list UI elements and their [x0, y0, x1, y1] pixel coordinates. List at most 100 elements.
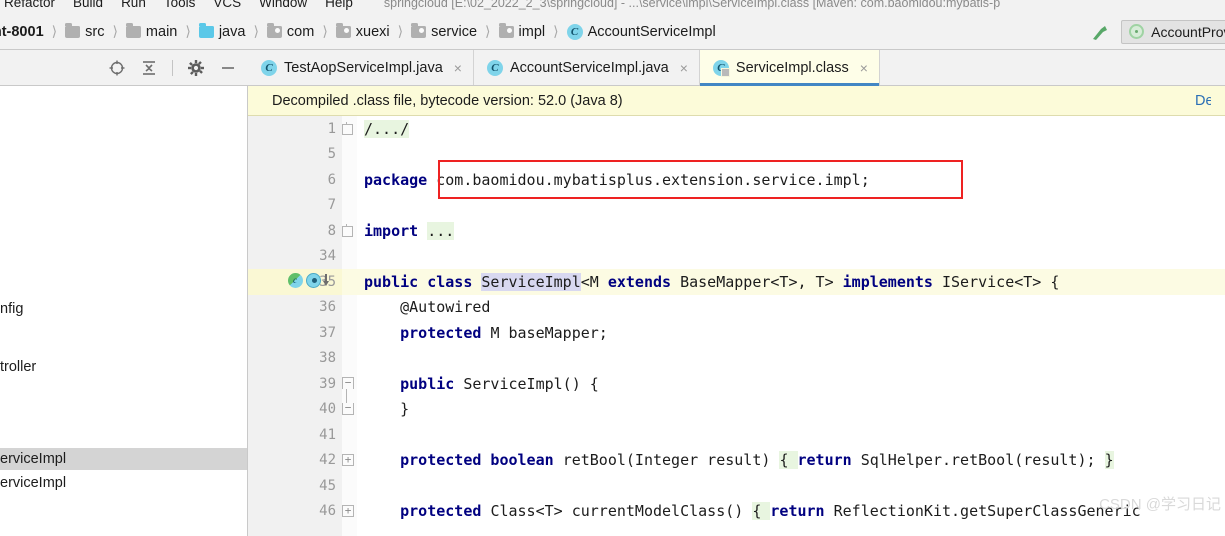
overriding-method-icon[interactable]	[306, 273, 321, 288]
decompiler-settings-link[interactable]: De	[1195, 93, 1211, 109]
fold-expand-icon[interactable]: +	[342, 504, 354, 517]
line-number: 38	[319, 350, 336, 367]
code-line[interactable]: 42 + protected boolean retBool(Integer r…	[248, 448, 1225, 474]
project-tree-item-serviceimpl-selected[interactable]: erviceImpl	[0, 448, 248, 470]
menu-item-run[interactable]: Run	[112, 0, 155, 14]
code-line[interactable]: 7	[248, 193, 1225, 219]
fold-collapse-icon-top[interactable]: −	[342, 377, 354, 389]
code-text: protected Class<T> currentModelClass() {…	[400, 502, 1141, 521]
breadcrumb-item-java[interactable]: java	[198, 22, 245, 40]
collapse-all-icon[interactable]	[140, 59, 158, 77]
run-configuration-selector[interactable]: AccountProvider_800	[1121, 19, 1225, 44]
java-class-icon: C	[261, 59, 277, 76]
line-number: 36	[319, 299, 336, 316]
tab-accountserviceimpl-java[interactable]: C AccountServiceImpl.java ×	[473, 50, 700, 85]
tree-item-label: nfig	[0, 301, 24, 317]
source-folder-icon	[198, 22, 214, 38]
code-line[interactable]: 45	[248, 473, 1225, 499]
breadcrumb-item-src[interactable]: src	[65, 22, 105, 40]
breadcrumb-item-main[interactable]: main	[125, 22, 177, 40]
code-line[interactable]: 41	[248, 422, 1225, 448]
breadcrumb-label: com	[286, 23, 315, 40]
line-number: 46	[319, 503, 336, 520]
breadcrumb-item-module[interactable]: unt-8001	[0, 24, 44, 40]
breadcrumb-item-impl[interactable]: impl	[498, 22, 545, 40]
code-text: package com.baomidou.mybatisplus.extensi…	[364, 170, 870, 189]
arrow-down-icon	[322, 273, 329, 288]
code-line[interactable]: 37 protected M baseMapper;	[248, 320, 1225, 346]
editor-tab-bar: C TestAopServiceImpl.java × C AccountSer…	[248, 50, 1225, 86]
breadcrumb-item-service[interactable]: service	[411, 22, 478, 40]
line-number: 42	[319, 452, 336, 469]
line-number: 34	[319, 248, 336, 265]
line-number: 6	[327, 171, 336, 188]
close-icon[interactable]: ×	[454, 60, 462, 76]
code-line[interactable]: 36 @Autowired	[248, 295, 1225, 321]
breadcrumb-item-xuexi[interactable]: xuexi	[335, 22, 390, 40]
decompiled-message: Decompiled .class file, bytecode version…	[272, 92, 623, 109]
menu-item-vcs[interactable]: VCS	[204, 0, 250, 14]
project-tree-item-controller[interactable]: troller	[0, 356, 248, 378]
code-line[interactable]: 1 /.../	[248, 116, 1225, 142]
breadcrumb-item-class[interactable]: C AccountServiceImpl	[566, 23, 716, 40]
project-toolbar	[0, 50, 248, 86]
tab-testaopserviceimpl-java[interactable]: C TestAopServiceImpl.java ×	[248, 50, 474, 85]
fold-expand-icon[interactable]	[342, 224, 354, 237]
gutter-markers	[288, 273, 329, 288]
settings-gear-icon[interactable]	[187, 59, 205, 77]
code-line[interactable]: 8 import ...	[248, 218, 1225, 244]
code-text: }	[364, 400, 410, 419]
menu-item-tools[interactable]: Tools	[155, 0, 205, 14]
locate-icon[interactable]	[108, 59, 126, 77]
line-number: 1	[327, 120, 336, 137]
project-tool-window: nfig troller erviceImpl erviceImpl	[0, 50, 248, 536]
breadcrumb-separator-icon: ⟩	[553, 23, 559, 39]
fold-collapse-icon-bottom[interactable]: −	[342, 402, 354, 415]
line-number: 45	[319, 477, 336, 494]
breadcrumb-label: src	[85, 23, 105, 40]
breadcrumb-label: service	[431, 23, 478, 40]
code-lines: 1 /.../ 5 6 package com.baomidou.mybatis…	[248, 116, 1225, 536]
implemented-by-icon[interactable]	[288, 273, 303, 288]
menu-item-refactor[interactable]: Refactor	[0, 0, 64, 14]
menu-bar: Refactor Build Run Tools VCS Window Help…	[0, 0, 1225, 14]
code-line[interactable]: 39 public ServiceImpl() {	[248, 371, 1225, 397]
class-icon: C	[566, 23, 583, 40]
fold-expand-icon[interactable]: +	[342, 453, 354, 466]
breadcrumb-separator-icon: ⟩	[253, 23, 259, 39]
spring-boot-icon	[1129, 24, 1145, 39]
project-tree-item-config[interactable]: nfig	[0, 298, 248, 320]
menu-item-window[interactable]: Window	[250, 0, 316, 14]
code-editor[interactable]: 1 /.../ 5 6 package com.baomidou.mybatis…	[248, 116, 1225, 536]
code-line[interactable]: 34	[248, 244, 1225, 270]
hide-icon[interactable]	[219, 59, 237, 77]
code-line[interactable]: 40 }	[248, 397, 1225, 423]
code-line[interactable]: 38	[248, 346, 1225, 372]
folder-icon	[65, 22, 81, 38]
csdn-watermark: CSDN @学习日记	[1099, 496, 1221, 513]
breadcrumb-label: AccountServiceImpl	[587, 23, 716, 40]
green-arrow-icon[interactable]	[1089, 21, 1111, 43]
package-icon	[335, 22, 351, 38]
tree-item-label: troller	[0, 359, 37, 375]
line-number: 7	[327, 197, 336, 214]
line-number: 5	[327, 146, 336, 163]
tree-item-label: erviceImpl	[0, 475, 67, 491]
menu-item-build[interactable]: Build	[64, 0, 112, 14]
folder-icon	[125, 22, 141, 38]
breadcrumb-item-com[interactable]: com	[266, 22, 315, 40]
code-text: import ...	[364, 221, 455, 240]
tab-serviceimpl-class[interactable]: C ServiceImpl.class ×	[699, 50, 880, 86]
code-line[interactable]: 46 + protected Class<T> currentModelClas…	[248, 499, 1225, 525]
menu-item-help[interactable]: Help	[316, 0, 362, 14]
code-line-current[interactable]: 35 public class ServiceImpl<M extends Ba…	[248, 269, 1225, 295]
code-line[interactable]: 6 package com.baomidou.mybatisplus.exten…	[248, 167, 1225, 193]
close-icon[interactable]: ×	[860, 60, 868, 76]
breadcrumb-separator-icon: ⟩	[185, 23, 191, 39]
project-tree-item-serviceimpl[interactable]: erviceImpl	[0, 472, 248, 494]
close-icon[interactable]: ×	[680, 60, 688, 76]
code-line[interactable]: 5	[248, 142, 1225, 168]
compiled-class-icon: C	[712, 59, 730, 77]
fold-expand-icon[interactable]	[342, 122, 354, 135]
tab-label: AccountServiceImpl.java	[509, 59, 669, 76]
